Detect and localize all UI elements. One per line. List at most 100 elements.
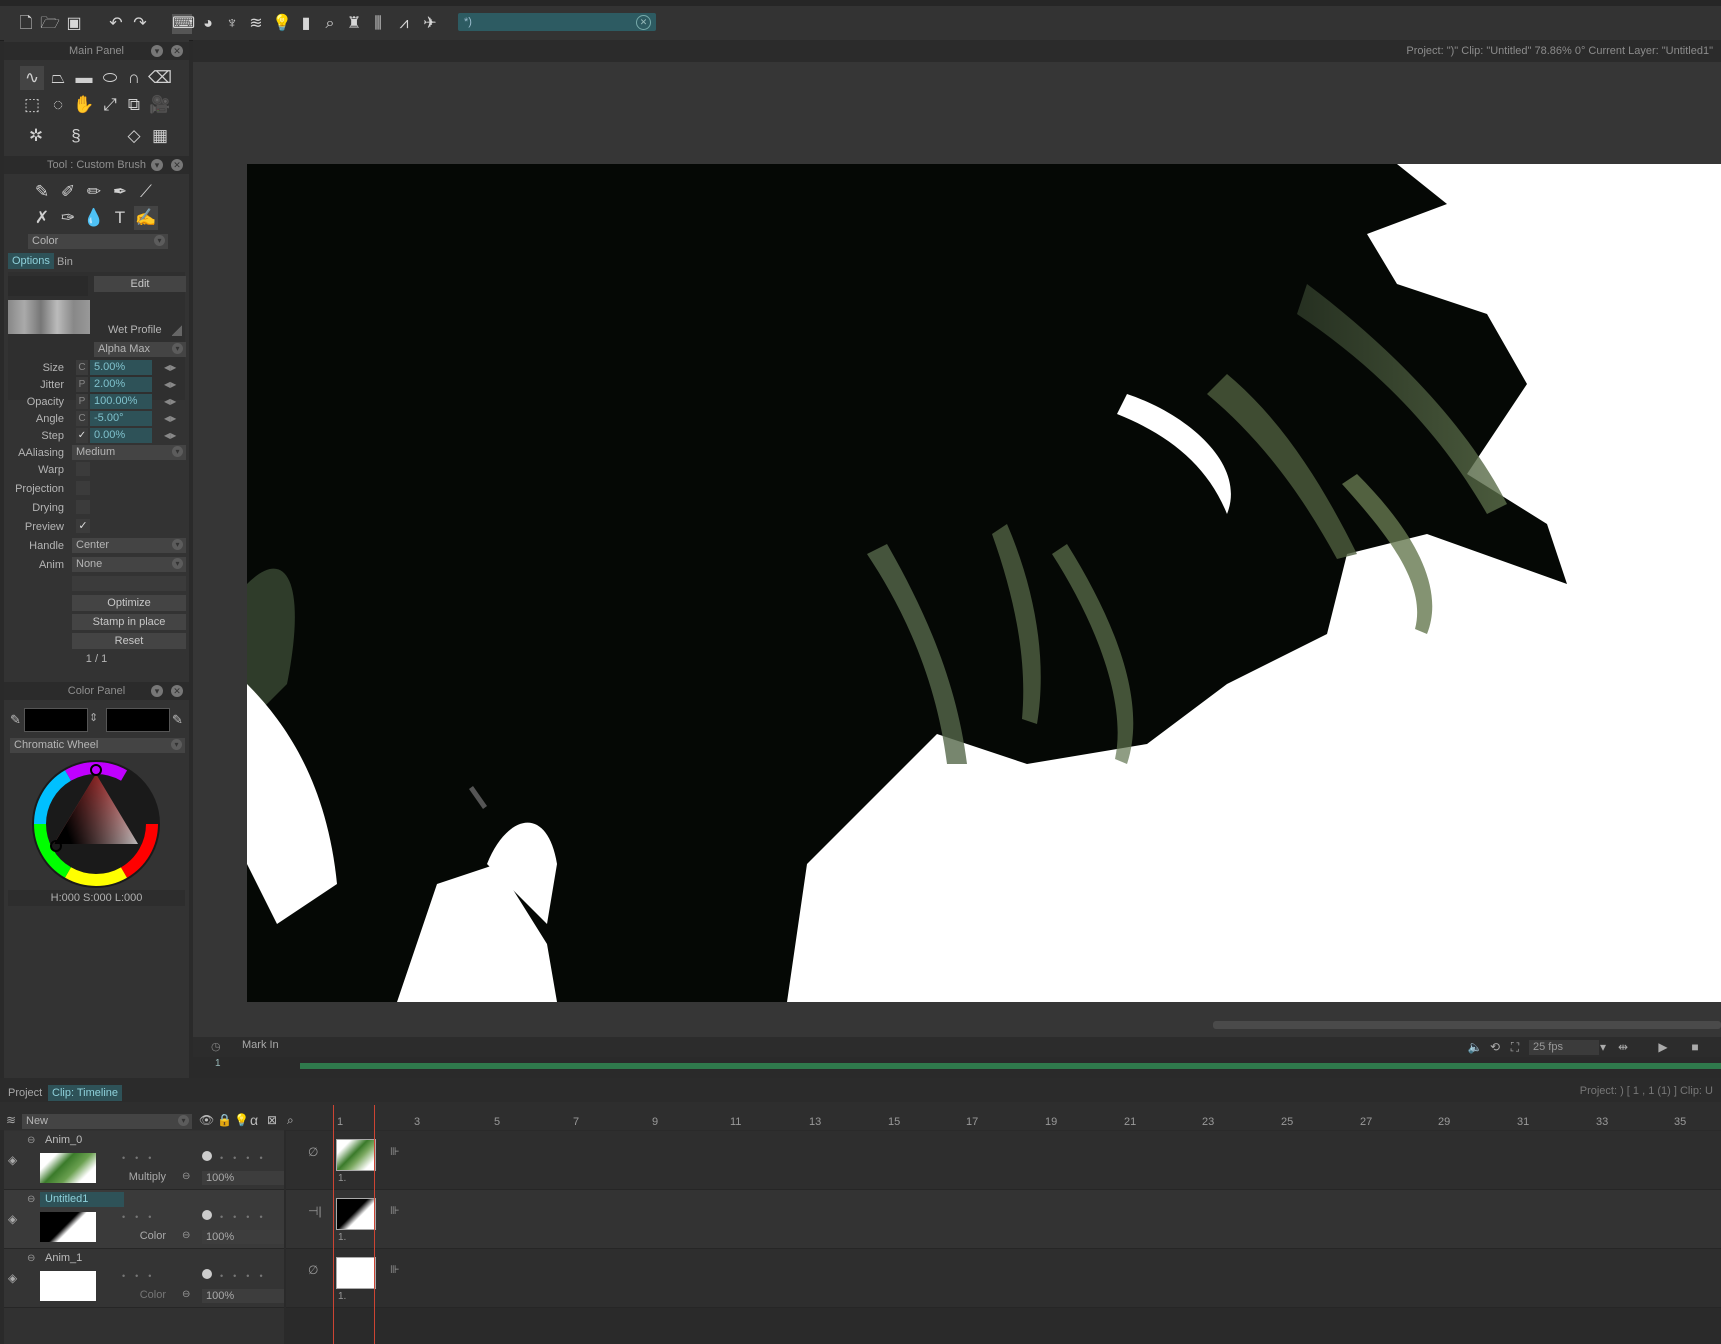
cel-thumbnail[interactable]: [336, 1139, 376, 1171]
opacity-modifier[interactable]: P: [76, 394, 88, 409]
layer-thumbnail[interactable]: [40, 1212, 96, 1242]
layer-name[interactable]: Untitled1: [45, 1193, 88, 1205]
layer-visibility-dot[interactable]: [202, 1151, 212, 1161]
fps-chevron-icon[interactable]: ▾: [1595, 1039, 1611, 1055]
fx-column-icon[interactable]: ⊠: [267, 1113, 277, 1127]
anim-dropdown[interactable]: None ▾: [72, 557, 186, 572]
panel-close-icon[interactable]: ✕: [171, 685, 183, 697]
blend-mode[interactable]: Color: [108, 1230, 166, 1242]
angle-field[interactable]: -5.00°: [90, 411, 152, 426]
layer-thumbnail[interactable]: [40, 1271, 96, 1301]
size-stepper-icon[interactable]: ◀▶: [164, 360, 176, 375]
edit-button[interactable]: Edit: [94, 276, 186, 292]
keyboard-icon[interactable]: ⌨: [172, 14, 195, 34]
puppet-tool-icon[interactable]: ✲: [24, 124, 48, 148]
grid-tool-icon[interactable]: ▦: [148, 124, 172, 148]
layer-name[interactable]: Anim_1: [45, 1252, 82, 1264]
layer-toggle-dots[interactable]: ••••: [220, 1153, 273, 1163]
tab-clip-timeline[interactable]: Clip: Timeline: [48, 1085, 123, 1101]
layer-opacity[interactable]: 100%: [202, 1289, 284, 1303]
paper-plane-icon[interactable]: ✈: [420, 14, 440, 34]
handle-dropdown[interactable]: Center ▾: [72, 538, 186, 553]
layer-opacity[interactable]: 100%: [202, 1230, 284, 1244]
optimize-button[interactable]: Optimize: [72, 595, 186, 611]
color-mode-dropdown[interactable]: Chromatic Wheel ▾: [10, 738, 185, 753]
panel-close-icon[interactable]: ✕: [171, 45, 183, 57]
search-input[interactable]: [458, 13, 640, 31]
reset-button[interactable]: Reset: [72, 633, 186, 649]
undo-icon[interactable]: ↶: [106, 14, 126, 34]
extend-cel-icon[interactable]: ⊪: [390, 1145, 400, 1158]
cel-thumbnail[interactable]: [336, 1198, 376, 1230]
panel-menu-icon[interactable]: ▾: [151, 159, 163, 171]
layer-row-anim-0[interactable]: ⊖ Anim_0 ◈ ••• •••• Multiply ⊖ 100%: [4, 1131, 284, 1190]
frames-row-untitled1[interactable]: ⊣| 1. ⊪: [286, 1190, 1721, 1249]
hand-tool-icon[interactable]: ✋: [72, 93, 96, 117]
light-column-icon[interactable]: 💡: [234, 1113, 249, 1127]
fullscreen-icon[interactable]: ⛶: [1507, 1039, 1523, 1055]
layer-toggle-dots[interactable]: •••: [122, 1212, 161, 1222]
layer-toggle-dots[interactable]: •••: [122, 1153, 161, 1163]
background-color-swatch[interactable]: [106, 708, 170, 732]
chromatic-wheel[interactable]: [30, 758, 162, 890]
lock-column-icon[interactable]: 🔒: [217, 1113, 232, 1127]
step-checkbox[interactable]: ✓: [76, 428, 88, 443]
empty-frame-icon[interactable]: ∅: [308, 1145, 318, 1159]
extend-left-icon[interactable]: ⊣|: [308, 1204, 322, 1218]
layer-visibility-dot[interactable]: [202, 1269, 212, 1279]
extend-cel-icon[interactable]: ⊪: [390, 1204, 400, 1217]
zoom-column-icon[interactable]: ⌕: [287, 1113, 294, 1128]
layers-icon[interactable]: ≋: [246, 14, 266, 34]
polygon-tool-icon[interactable]: ⏢: [46, 66, 70, 90]
eyedropper-right-icon[interactable]: ✎: [172, 712, 183, 728]
swap-colors-icon[interactable]: ⇕: [89, 711, 98, 724]
brush-rack-icon[interactable]: ♆: [222, 14, 242, 34]
brush-tip-preview[interactable]: [8, 300, 90, 334]
blend-mode[interactable]: Multiply: [108, 1171, 166, 1183]
layer-visibility-dot[interactable]: [202, 1210, 212, 1220]
brush-color-dropdown[interactable]: Color ▾: [28, 234, 168, 249]
tab-bin[interactable]: Bin: [57, 256, 73, 268]
collapse-icon[interactable]: ⊖: [27, 1253, 35, 1264]
layer-row-anim-1[interactable]: ⊖ Anim_1 ◈ ••• •••• Color ⊖ 100%: [4, 1249, 284, 1308]
collapse-icon[interactable]: ⊖: [27, 1135, 35, 1146]
panel-close-icon[interactable]: ✕: [171, 159, 183, 171]
size-modifier[interactable]: C: [76, 360, 88, 375]
panel-menu-icon[interactable]: ▾: [151, 685, 163, 697]
lasso-tool-icon[interactable]: ∿: [20, 66, 44, 90]
warp-tool-icon[interactable]: §: [64, 124, 88, 148]
angle-modifier[interactable]: C: [76, 411, 88, 426]
layer-toggle-dots[interactable]: ••••: [220, 1212, 273, 1222]
fill-drop-icon[interactable]: 💧: [82, 206, 106, 230]
aaliasing-dropdown[interactable]: Medium ▾: [72, 445, 186, 460]
blend-mode[interactable]: Color: [108, 1289, 166, 1301]
cel-thumbnail[interactable]: [336, 1257, 376, 1289]
frame-range-bar[interactable]: [300, 1063, 1721, 1069]
step-field[interactable]: 0.00%: [90, 428, 152, 443]
alpha-mode-dropdown[interactable]: Alpha Max ▾: [94, 342, 186, 357]
jitter-field[interactable]: 2.00%: [90, 377, 152, 392]
play-icon[interactable]: ▶: [1655, 1039, 1671, 1055]
layer-row-untitled1[interactable]: ⊖ Untitled1 ◈ ••• •••• Color ⊖ 100%: [4, 1190, 284, 1249]
collapse-icon[interactable]: ⊖: [27, 1194, 35, 1205]
anim-extra-field[interactable]: [72, 576, 186, 591]
color-icon[interactable]: ◕: [198, 14, 218, 34]
angle-stepper-icon[interactable]: ◀▶: [164, 411, 176, 426]
layer-toggle-dots[interactable]: •••: [122, 1271, 161, 1281]
jitter-stepper-icon[interactable]: ◀▶: [164, 377, 176, 392]
alpha-column-icon[interactable]: α: [250, 1112, 258, 1128]
frames-row-anim-1[interactable]: ∅ 1. ⊪: [286, 1249, 1721, 1308]
save-icon[interactable]: ▣: [64, 14, 84, 34]
magnifier-icon[interactable]: ⌕: [320, 14, 340, 34]
new-file-icon[interactable]: 🗋: [16, 14, 36, 34]
ink-brush-icon[interactable]: ✑: [56, 206, 80, 230]
paper-tool-icon[interactable]: ◇: [122, 124, 146, 148]
foreground-color-swatch[interactable]: [24, 708, 88, 732]
clear-search-icon[interactable]: ✕: [636, 15, 651, 30]
preview-checkbox[interactable]: ✓: [76, 519, 90, 533]
size-field[interactable]: 5.00%: [90, 360, 152, 375]
eye-column-icon[interactable]: 👁: [199, 1113, 214, 1127]
search-field[interactable]: ✕: [458, 13, 656, 31]
airbrush-icon[interactable]: ✒: [108, 180, 132, 204]
layer-stack-icon[interactable]: ≋: [6, 1113, 16, 1127]
